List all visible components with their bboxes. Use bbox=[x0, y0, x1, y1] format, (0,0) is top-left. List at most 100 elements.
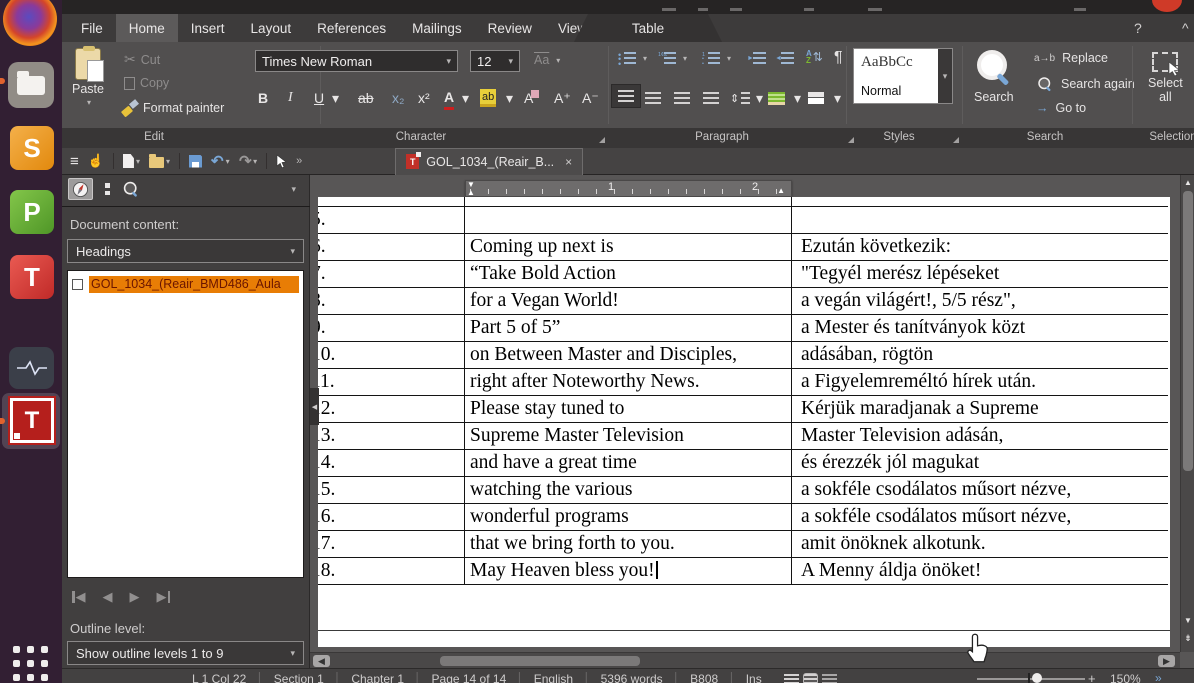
english-cell[interactable]: Please stay tuned to bbox=[465, 396, 792, 422]
zoom-in-icon[interactable]: + bbox=[1088, 671, 1096, 683]
english-cell[interactable]: and have a great time bbox=[465, 450, 792, 476]
highlight-button[interactable]: ab bbox=[480, 89, 496, 107]
insert-mode-status[interactable]: Ins bbox=[746, 672, 762, 683]
zoom-slider-track[interactable] bbox=[977, 678, 1085, 680]
english-cell[interactable]: right after Noteworthy News. bbox=[465, 369, 792, 395]
english-cell[interactable]: wonderful programs bbox=[465, 504, 792, 530]
decrease-indent-button[interactable] bbox=[776, 52, 794, 65]
table-row[interactable]: 5. bbox=[318, 207, 1168, 234]
change-case-button[interactable]: Aa ▾ bbox=[534, 53, 560, 67]
right-indent-marker-icon[interactable]: ▲ bbox=[777, 187, 785, 195]
scroll-down-icon[interactable]: ▼ bbox=[1181, 616, 1194, 625]
chevron-down-icon[interactable]: ▾ bbox=[756, 86, 763, 110]
row-number-cell[interactable]: 7. bbox=[318, 261, 465, 287]
font-size-combo[interactable]: 12▾ bbox=[470, 50, 520, 72]
sidebar-search-icon[interactable] bbox=[124, 182, 138, 196]
cut-button[interactable]: ✂ Cut bbox=[124, 51, 160, 68]
zoom-slider-handle[interactable] bbox=[1032, 673, 1042, 683]
english-cell[interactable]: Supreme Master Television bbox=[465, 423, 792, 449]
outline-level-dropdown[interactable]: Show outline levels 1 to 9▾ bbox=[67, 641, 304, 665]
table-row[interactable]: 13. Supreme Master Television Master Tel… bbox=[318, 423, 1168, 450]
shading-button[interactable] bbox=[768, 86, 785, 110]
menu-item[interactable]: Review bbox=[475, 14, 545, 42]
vertical-scroll-thumb[interactable] bbox=[1183, 191, 1193, 471]
vertical-scrollbar[interactable]: ▲ ▼ ⇟ bbox=[1180, 175, 1194, 652]
chapter-status[interactable]: Chapter 1 bbox=[351, 672, 404, 683]
chevron-down-icon[interactable]: ▾ bbox=[506, 86, 513, 110]
numbering-button[interactable]: ▾ bbox=[658, 52, 687, 65]
table-row[interactable]: 10. on Between Master and Disciples, adá… bbox=[318, 342, 1168, 369]
hamburger-menu-icon[interactable]: ≡ bbox=[70, 153, 79, 170]
superscript-button[interactable]: x² bbox=[418, 86, 430, 110]
help-icon[interactable]: ? bbox=[1134, 14, 1142, 42]
tab-table-context[interactable]: Table bbox=[574, 14, 722, 42]
row-number-cell[interactable]: 5. bbox=[318, 207, 465, 233]
firefox-icon[interactable] bbox=[3, 0, 57, 46]
horizontal-ruler[interactable]: 1 2 ▼▲ ▲ bbox=[465, 180, 792, 197]
close-tab-icon[interactable]: × bbox=[565, 155, 572, 169]
table-row[interactable]: 11. right after Noteworthy News. a Figye… bbox=[318, 369, 1168, 396]
justify-button[interactable] bbox=[703, 86, 719, 110]
files-icon[interactable] bbox=[8, 62, 54, 108]
language-status[interactable]: English bbox=[534, 672, 573, 683]
translation-table[interactable]: 5. 6. Coming up next is Ezután következi… bbox=[318, 197, 1168, 585]
english-cell[interactable]: Part 5 of 5” bbox=[465, 315, 792, 341]
menu-item[interactable]: Insert bbox=[178, 14, 238, 42]
open-button[interactable]: ▾ bbox=[149, 154, 170, 168]
page-status[interactable]: Page 14 of 14 bbox=[432, 672, 507, 683]
row-number-cell[interactable]: 13. bbox=[318, 423, 465, 449]
horizontal-scrollbar[interactable]: ◀ ▶ bbox=[310, 652, 1180, 668]
row-number-cell[interactable]: 6. bbox=[318, 234, 465, 260]
chevron-down-icon[interactable]: ▾ bbox=[291, 184, 296, 195]
menu-item[interactable]: Home bbox=[116, 14, 178, 42]
scroll-right-icon[interactable]: ▶ bbox=[1158, 655, 1175, 667]
hungarian-cell[interactable]: a Mester és tanítványok közt bbox=[792, 315, 1168, 341]
outline-numbering-button[interactable]: ▾ bbox=[702, 52, 731, 65]
table-row[interactable]: 16. wonderful programs a sokféle csodála… bbox=[318, 504, 1168, 531]
previous-heading-button[interactable]: ◀ bbox=[103, 589, 113, 605]
bullets-button[interactable]: ▾ bbox=[618, 52, 647, 65]
format-painter-button[interactable]: Format painter bbox=[122, 101, 224, 115]
status-overflow-icon[interactable]: » bbox=[1155, 671, 1162, 683]
scroll-left-icon[interactable]: ◀ bbox=[313, 655, 330, 667]
dialog-launcher-icon[interactable] bbox=[599, 137, 605, 143]
menu-item[interactable]: Layout bbox=[238, 14, 305, 42]
outline-view-icon[interactable] bbox=[822, 673, 837, 683]
increase-indent-button[interactable] bbox=[748, 52, 766, 65]
heading-checkbox[interactable] bbox=[72, 279, 83, 290]
bold-button[interactable]: B bbox=[258, 86, 268, 110]
styles-dropdown[interactable]: ▾ bbox=[938, 49, 952, 103]
chevron-down-icon[interactable]: ▾ bbox=[794, 86, 801, 110]
page-view-icon[interactable] bbox=[803, 673, 818, 683]
copy-button[interactable]: Copy bbox=[124, 76, 169, 90]
table-row[interactable]: 6. Coming up next is Ezután következik: bbox=[318, 234, 1168, 261]
redo-button[interactable]: ↶▾ bbox=[239, 152, 258, 170]
last-heading-button[interactable]: ▶ bbox=[157, 589, 171, 605]
table-row[interactable]: 14. and have a great time és érezzék jól… bbox=[318, 450, 1168, 477]
shrink-font-button[interactable]: A⁻ bbox=[582, 86, 599, 110]
align-left-button[interactable] bbox=[611, 84, 641, 108]
row-number-cell[interactable]: 14. bbox=[318, 450, 465, 476]
scroll-up-icon[interactable]: ▲ bbox=[1181, 178, 1194, 187]
align-right-button[interactable] bbox=[674, 86, 690, 110]
strikethrough-button[interactable]: ab bbox=[358, 86, 374, 110]
sort-button[interactable]: AZ ⇅ bbox=[806, 50, 823, 64]
document-area[interactable]: 1 2 ▼▲ ▲ 5. bbox=[310, 175, 1194, 668]
row-number-cell[interactable]: 15. bbox=[318, 477, 465, 503]
pointer-mode-icon[interactable]: ☝ bbox=[88, 153, 104, 169]
hungarian-cell[interactable]: a sokféle csodálatos műsort nézve, bbox=[792, 504, 1168, 530]
select-all-button[interactable]: Selectall bbox=[1148, 52, 1183, 104]
table-row[interactable]: 7. “Take Bold Action "Tegyél merész lépé… bbox=[318, 261, 1168, 288]
replace-button[interactable]: a→b Replace bbox=[1034, 51, 1108, 65]
chevron-down-icon[interactable]: ▾ bbox=[834, 86, 841, 110]
menu-item[interactable]: Mailings bbox=[399, 14, 475, 42]
section-status[interactable]: Section 1 bbox=[274, 672, 324, 683]
font-name-combo[interactable]: Times New Roman▾ bbox=[255, 50, 458, 72]
italic-button[interactable]: I bbox=[288, 86, 293, 110]
menu-item[interactable]: File bbox=[68, 14, 116, 42]
chevron-down-icon[interactable]: ▾ bbox=[332, 86, 339, 110]
planmaker-icon[interactable]: S bbox=[10, 126, 54, 170]
row-number-cell[interactable]: 17. bbox=[318, 531, 465, 557]
hungarian-cell[interactable]: Ezután következik: bbox=[792, 234, 1168, 260]
table-row[interactable]: 9. Part 5 of 5” a Mester és tanítványok … bbox=[318, 315, 1168, 342]
